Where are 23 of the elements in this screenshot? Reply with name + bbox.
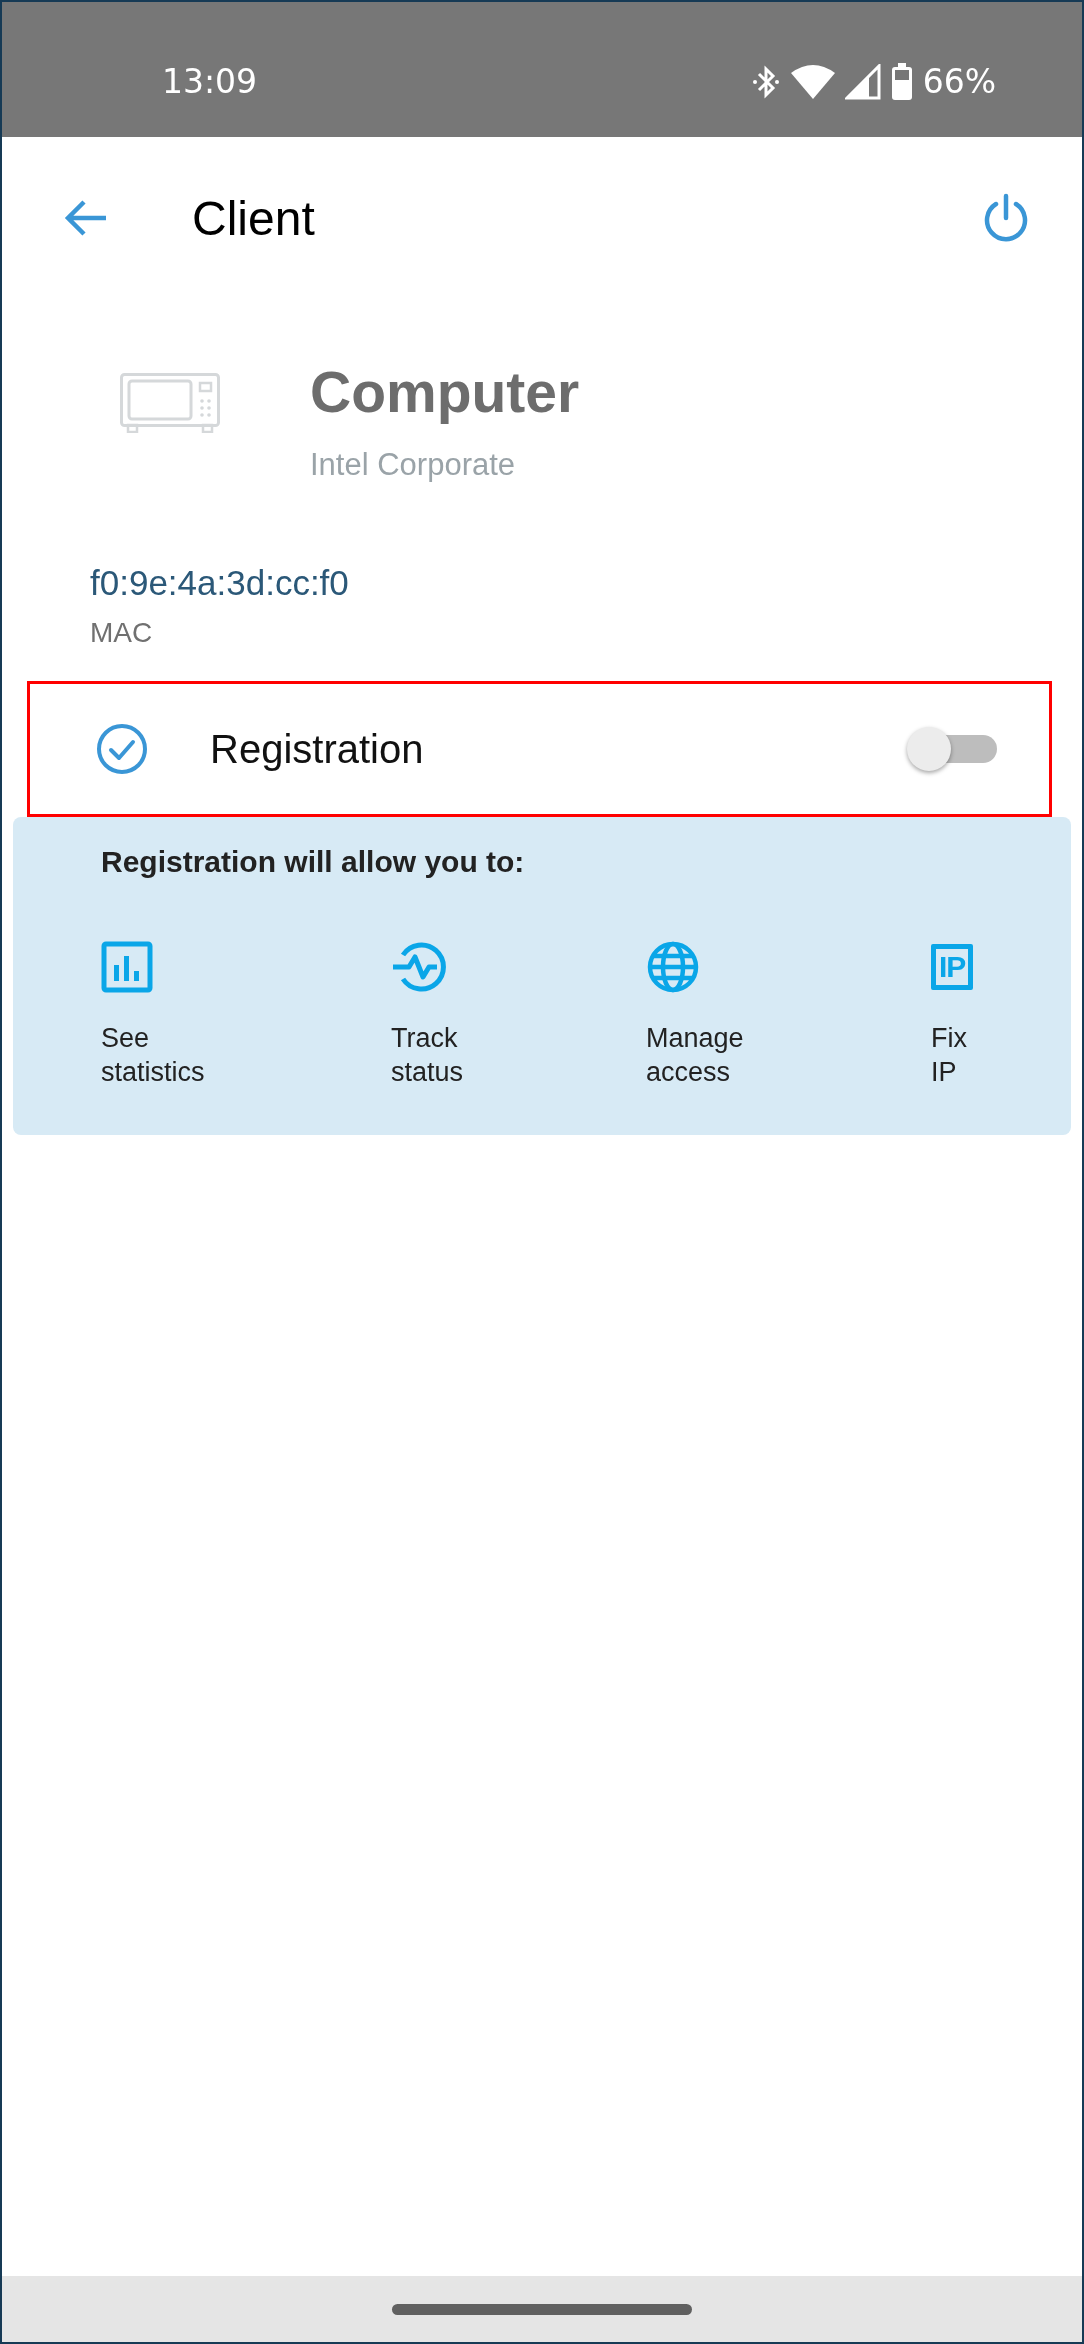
bluetooth-icon <box>750 63 781 100</box>
page-title: Client <box>192 190 315 246</box>
microwave-icon <box>120 373 220 433</box>
mac-address: f0:9e:4a:3d:cc:f0 <box>90 563 350 603</box>
benefits-heading: Registration will allow you to: <box>101 845 526 879</box>
home-indicator[interactable] <box>392 2303 692 2315</box>
device-name: Computer <box>310 359 580 425</box>
battery-icon <box>890 62 913 101</box>
ip-icon: IP <box>931 944 974 990</box>
feature-label: Fix IP <box>931 1022 967 1089</box>
registration-label: Registration <box>210 726 424 772</box>
bar-chart-icon <box>101 941 153 993</box>
battery-percentage: 66% <box>922 62 996 101</box>
check-circle-icon <box>96 723 148 775</box>
feature-label: Track status <box>391 1022 464 1089</box>
feature-label: See statistics <box>101 1022 205 1089</box>
device-vendor: Intel Corporate <box>310 447 517 483</box>
globe-icon <box>646 940 700 994</box>
mac-label: MAC <box>90 617 154 649</box>
wifi-icon <box>790 64 835 99</box>
feature-label: Manage access <box>646 1022 744 1089</box>
clock-time: 13:09 <box>162 62 258 101</box>
signal-icon <box>844 63 881 100</box>
